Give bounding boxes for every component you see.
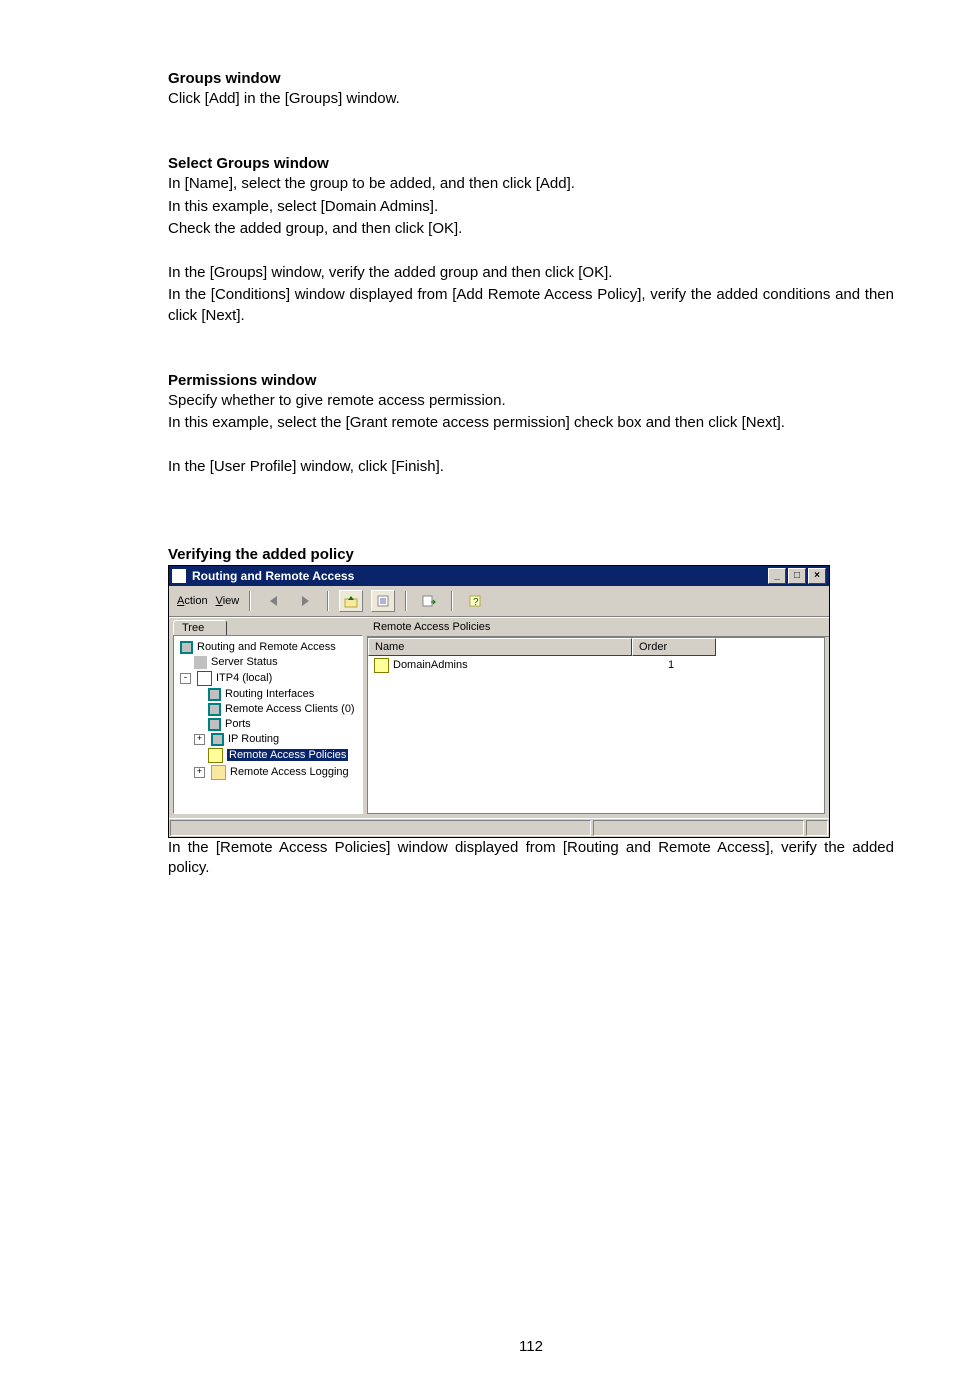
titlebar: Routing and Remote Access _ □ × [169, 566, 829, 586]
forward-button[interactable] [293, 590, 317, 612]
window-title: Routing and Remote Access [192, 569, 354, 583]
window-routing-remote-access: Routing and Remote Access _ □ × Action V… [168, 565, 830, 838]
arrow-left-icon [270, 596, 277, 606]
arrow-right-icon [302, 596, 309, 606]
properties-icon [376, 594, 390, 608]
console-icon [180, 641, 193, 654]
text: In the [User Profile] window, click [Fin… [168, 457, 894, 477]
text: In the [Groups] window, verify the added… [168, 263, 894, 283]
help-button[interactable]: ? [463, 590, 487, 612]
caption: In the [Remote Access Policies] window d… [168, 838, 894, 879]
list-item-name: DomainAdmins [393, 659, 468, 671]
text: Click [Add] in the [Groups] window. [168, 89, 894, 109]
tree-tab[interactable]: Tree [173, 620, 227, 635]
tree-item[interactable]: Routing Interfaces [225, 688, 314, 700]
text: In [Name], select the group to be added,… [168, 174, 894, 194]
heading-verifying: Verifying the added policy [168, 546, 894, 563]
policies-icon [208, 748, 223, 763]
policy-item-icon [374, 658, 389, 673]
heading-groups: Groups window [168, 70, 894, 87]
collapse-icon[interactable]: - [180, 673, 191, 684]
text: In this example, select the [Grant remot… [168, 413, 894, 433]
server-icon [194, 656, 207, 669]
tree-item[interactable]: Remote Access Logging [230, 766, 349, 778]
expand-icon[interactable]: + [194, 767, 205, 778]
column-header-order[interactable]: Order [632, 638, 716, 656]
interfaces-icon [208, 688, 221, 701]
app-icon [172, 569, 186, 583]
expand-icon[interactable]: + [194, 734, 205, 745]
up-button[interactable] [339, 590, 363, 612]
tree-item-selected[interactable]: Remote Access Policies [227, 749, 348, 761]
text: Check the added group, and then click [O… [168, 219, 894, 239]
help-icon: ? [468, 594, 482, 608]
menu-view[interactable]: View [216, 595, 240, 607]
status-bar [169, 818, 829, 837]
tree-item[interactable]: ITP4 (local) [216, 672, 272, 684]
ports-icon [208, 718, 221, 731]
page-number: 112 [168, 1338, 894, 1355]
heading-permissions: Permissions window [168, 372, 894, 389]
column-header-name[interactable]: Name [368, 638, 632, 656]
text: In the [Conditions] window displayed fro… [168, 285, 894, 326]
right-pane-header: Remote Access Policies [367, 618, 829, 637]
back-button[interactable] [261, 590, 285, 612]
tree-item[interactable]: Remote Access Clients (0) [225, 703, 355, 715]
list-export-icon [422, 594, 436, 608]
tree-root[interactable]: Routing and Remote Access [197, 641, 336, 653]
folder-up-icon [344, 594, 358, 608]
tree-item[interactable]: Server Status [211, 656, 278, 668]
svg-text:?: ? [473, 597, 479, 608]
properties-button[interactable] [371, 590, 395, 612]
menu-action[interactable]: Action [177, 595, 208, 607]
list-item[interactable]: DomainAdmins 1 [368, 656, 824, 675]
text: In this example, select [Domain Admins]. [168, 197, 894, 217]
minimize-button[interactable]: _ [768, 568, 786, 584]
tree-item[interactable]: Ports [225, 718, 251, 730]
heading-select-groups: Select Groups window [168, 155, 894, 172]
clients-icon [208, 703, 221, 716]
export-button[interactable] [417, 590, 441, 612]
toolbar: Action View ? [169, 586, 829, 617]
list-view[interactable]: Name Order DomainAdmins 1 [367, 637, 825, 814]
text: Specify whether to give remote access pe… [168, 391, 894, 411]
computer-icon [197, 671, 212, 686]
folder-icon [211, 765, 226, 780]
list-item-order: 1 [630, 658, 712, 673]
close-button[interactable]: × [808, 568, 826, 584]
routing-icon [211, 733, 224, 746]
tree-view[interactable]: Routing and Remote Access Server Status … [176, 640, 360, 781]
tree-item[interactable]: IP Routing [228, 733, 279, 745]
maximize-button[interactable]: □ [788, 568, 806, 584]
